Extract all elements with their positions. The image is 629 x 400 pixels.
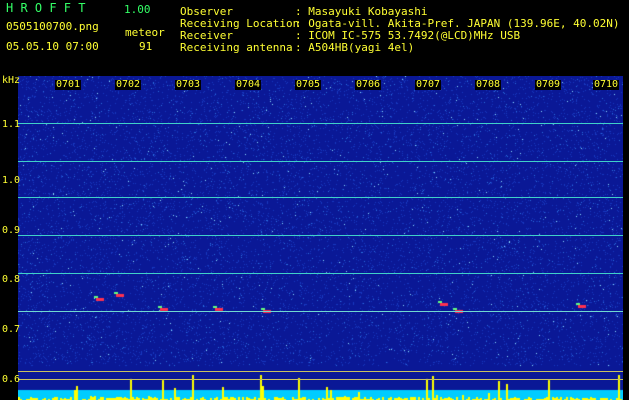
x-tick-label: 0705 [295, 79, 322, 90]
y-tick-label: 0.9 [2, 225, 21, 236]
x-tick-label: 0707 [415, 79, 442, 90]
antenna-value: : A504HB(yagi 4el) [295, 41, 415, 54]
x-tick-label: 0706 [355, 79, 382, 90]
carrier-line [18, 197, 623, 198]
spectrogram-noise [18, 76, 623, 400]
receiver-value: : ICOM IC-575 53.7492(@LCD)MHz USB [295, 29, 521, 42]
carrier-line [18, 273, 623, 274]
datetime: 05.05.10 07:00 [6, 40, 99, 53]
location-value: : Ogata-vill. Akita-Pref. JAPAN (139.96E… [295, 17, 620, 30]
carrier-line [18, 235, 623, 236]
receiver-label: Receiver [180, 29, 233, 42]
y-tick-label: 0.8 [2, 274, 21, 285]
x-tick-label: 0701 [55, 79, 82, 90]
x-tick-label: 0709 [535, 79, 562, 90]
mode-label: meteor [125, 26, 165, 39]
app-title: H R O F F T [6, 1, 86, 15]
carrier-line [18, 161, 623, 162]
y-axis-unit: kHz [2, 75, 21, 86]
observer-value: : Masayuki Kobayashi [295, 5, 428, 18]
filename: 0505100700.png [6, 20, 99, 33]
app-version: 1.00 [124, 3, 151, 16]
spectrogram [18, 76, 623, 400]
x-tick-label: 0704 [235, 79, 262, 90]
carrier-line [18, 123, 623, 124]
x-tick-label: 0702 [115, 79, 142, 90]
meteor-count: 91 [139, 40, 153, 53]
x-tick-label: 0710 [593, 79, 620, 90]
location-label: Receiving Location [180, 17, 300, 30]
x-tick-label: 0708 [475, 79, 502, 90]
antenna-label: Receiving antenna [180, 41, 293, 54]
baseline [18, 379, 623, 380]
observer-label: Observer [180, 5, 233, 18]
carrier-line [18, 311, 623, 312]
y-tick-label: 0.7 [2, 324, 21, 335]
y-tick-label: 1.1 [2, 119, 21, 130]
baseline [18, 371, 623, 372]
y-tick-label: 1.0 [2, 175, 21, 186]
x-tick-label: 0703 [175, 79, 202, 90]
y-tick-label: 0.6 [2, 374, 21, 385]
